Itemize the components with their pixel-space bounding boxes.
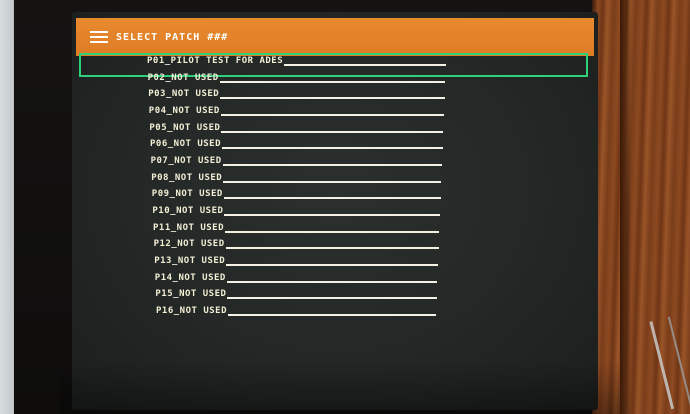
patch-name-underline <box>222 164 442 166</box>
patch-name-underline <box>226 280 438 283</box>
patch-label: P15_NOT USED <box>155 289 227 300</box>
patch-name-underline <box>284 64 446 66</box>
menu-icon-bar <box>90 36 108 38</box>
patch-list-item[interactable]: P02_NOT USED <box>148 69 446 83</box>
patch-name-underline <box>227 297 437 300</box>
patch-label: P14_NOT USED <box>154 272 226 283</box>
wooden-frame-edge <box>620 0 626 414</box>
header-bar: SELECT PATCH ### <box>76 18 594 56</box>
patch-label: P09_NOT USED <box>151 189 223 200</box>
patch-label: P03_NOT USED <box>148 89 220 100</box>
patch-name-underline <box>222 147 443 150</box>
header-title: SELECT PATCH ### <box>116 31 229 43</box>
patch-name-underline <box>221 130 444 133</box>
patch-list-item[interactable]: P04_NOT USED <box>149 102 444 116</box>
patch-list-item[interactable]: P16_NOT USED <box>156 302 436 316</box>
patch-list-item[interactable]: P09_NOT USED <box>151 185 441 200</box>
patch-name-underline <box>220 97 445 100</box>
patch-list-item[interactable]: P10_NOT USED <box>152 202 440 216</box>
patch-list-item[interactable]: P08_NOT USED <box>151 169 442 183</box>
hamburger-menu-icon[interactable] <box>90 31 108 43</box>
patch-name-underline <box>224 214 440 216</box>
patch-label: P11_NOT USED <box>153 222 225 233</box>
patch-list-item[interactable]: P14_NOT USED <box>155 269 438 283</box>
patch-list-item[interactable]: P07_NOT USED <box>151 152 442 166</box>
patch-label: P10_NOT USED <box>152 206 224 216</box>
patch-label: P01_PILOT TEST FOR ADES <box>147 56 284 66</box>
patch-list-item[interactable]: P12_NOT USED <box>153 235 439 250</box>
patch-label: P13_NOT USED <box>154 256 226 266</box>
patch-list-item[interactable]: P06_NOT USED <box>150 135 443 150</box>
patch-list-item[interactable]: P15_NOT USED <box>155 285 437 300</box>
patch-label: P07_NOT USED <box>150 156 222 166</box>
patch-label: P05_NOT USED <box>149 122 221 133</box>
patch-label: P06_NOT USED <box>150 139 222 150</box>
patch-name-underline <box>223 180 442 183</box>
patch-list-item[interactable]: P01_PILOT TEST FOR ADES <box>147 52 446 66</box>
patch-list-item[interactable]: P05_NOT USED <box>149 119 444 133</box>
patch-name-underline <box>228 314 436 316</box>
menu-icon-bar <box>90 41 108 43</box>
patch-list-item[interactable]: P11_NOT USED <box>153 219 440 233</box>
patch-label: P04_NOT USED <box>148 106 220 116</box>
patch-label: P12_NOT USED <box>153 239 225 250</box>
menu-icon-bar <box>90 31 108 33</box>
photo-scene: SELECT PATCH ### P01_PILOT TEST FOR ADES… <box>0 0 690 414</box>
patch-list-item[interactable]: P13_NOT USED <box>154 252 438 266</box>
patch-name-underline <box>223 197 441 200</box>
patch-name-underline <box>226 264 438 266</box>
patch-name-underline <box>225 230 440 233</box>
patch-name-underline <box>225 247 439 250</box>
patch-label: P08_NOT USED <box>151 172 223 183</box>
screen-shadow <box>60 360 620 414</box>
patch-name-underline <box>220 114 444 116</box>
patch-label: P02_NOT USED <box>147 72 219 83</box>
patch-name-underline <box>219 80 446 83</box>
patch-list-item[interactable]: P03_NOT USED <box>148 85 445 100</box>
patch-label: P16_NOT USED <box>156 306 228 316</box>
